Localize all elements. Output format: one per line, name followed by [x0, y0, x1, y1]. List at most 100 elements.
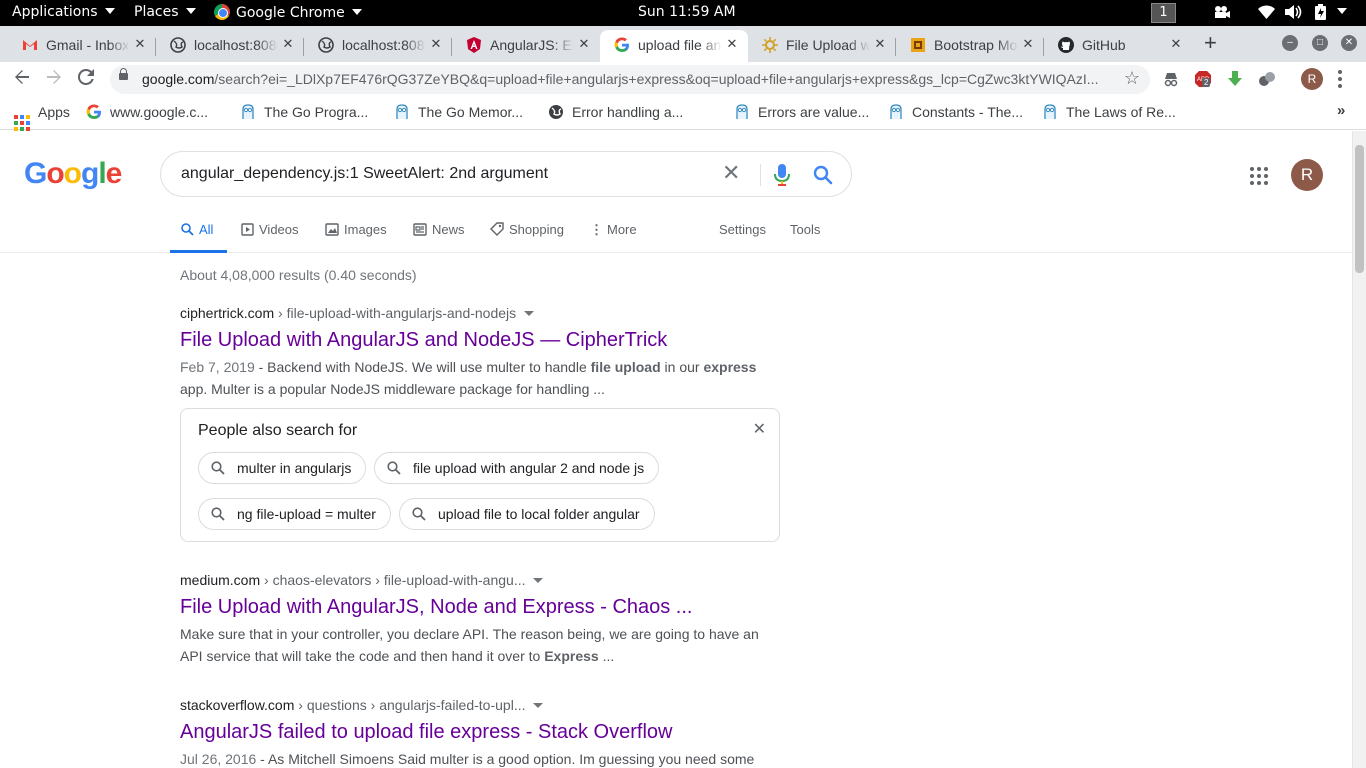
account-avatar[interactable]: R [1291, 159, 1323, 191]
search-box[interactable]: angular_dependency.js:1 SweetAlert: 2nd … [160, 151, 852, 197]
extension-puzzle-icon[interactable] [1258, 70, 1276, 88]
tab-gmail[interactable]: Gmail - Inbox ✕ [8, 30, 156, 62]
tab-title: localhost:8080 [194, 37, 278, 53]
chevron-down-icon[interactable] [524, 311, 535, 316]
app-menu[interactable]: Google Chrome [214, 4, 362, 21]
tab-file-upload[interactable]: File Upload with ✕ [748, 30, 896, 62]
chevron-down-icon [351, 9, 362, 15]
close-icon[interactable]: ✕ [1168, 36, 1184, 52]
bookmark-error-handling[interactable]: Error handling a... [548, 104, 683, 120]
active-tab-indicator [170, 250, 227, 253]
clear-search-icon[interactable]: ✕ [722, 160, 740, 186]
google-logo[interactable]: Google [24, 157, 122, 191]
battery-icon[interactable] [1314, 4, 1328, 24]
bookmark-go-programming[interactable]: The Go Progra... [240, 104, 368, 120]
address-bar[interactable]: google.com/search?ei=_LDlXp7EF476rQG37Ze… [110, 65, 1150, 94]
close-icon[interactable]: ✕ [872, 36, 888, 52]
tab-images[interactable]: Images [325, 222, 387, 237]
people-also-search-panel: People also search for ✕ multer in angul… [180, 408, 780, 542]
kebab-menu-icon[interactable] [1338, 70, 1344, 88]
page-scrollbar[interactable] [1352, 131, 1366, 768]
profile-avatar[interactable]: R [1301, 68, 1323, 90]
adblock-extension-icon[interactable]: ABP 2 [1194, 70, 1212, 88]
close-icon[interactable]: ✕ [280, 36, 296, 52]
google-apps-icon[interactable] [1250, 167, 1268, 185]
tab-title: File Upload with [786, 37, 870, 53]
tab-angularjs-error[interactable]: AngularJS: Error ✕ [452, 30, 600, 62]
related-search-chip[interactable]: ng file-upload = multer [198, 498, 391, 530]
back-button[interactable] [10, 67, 34, 91]
result-title-link[interactable]: File Upload with AngularJS and NodeJS — … [180, 329, 780, 352]
tab-github[interactable]: GitHub ✕ [1044, 30, 1192, 62]
workspace-indicator[interactable]: 1 [1151, 3, 1176, 23]
gmail-icon [23, 40, 37, 50]
close-icon[interactable]: ✕ [1020, 36, 1036, 52]
related-search-chip[interactable]: file upload with angular 2 and node js [374, 452, 660, 484]
bookmarks-overflow-icon[interactable]: » [1337, 102, 1345, 119]
download-extension-icon[interactable] [1226, 70, 1244, 88]
result-title-link[interactable]: File Upload with AngularJS, Node and Exp… [180, 596, 780, 619]
result-cite[interactable]: stackoverflow.com › questions › angularj… [180, 697, 780, 713]
tab-videos[interactable]: Videos [241, 222, 299, 237]
close-icon[interactable]: ✕ [132, 36, 148, 52]
places-menu[interactable]: Places [134, 4, 196, 20]
result-title-link[interactable]: AngularJS failed to upload file express … [180, 721, 780, 744]
search-box-divider [760, 164, 761, 186]
search-result: medium.com › chaos-elevators › file-uplo… [180, 572, 780, 667]
close-icon[interactable]: ✕ [753, 419, 766, 439]
minimize-button[interactable]: – [1282, 35, 1298, 51]
chevron-down-icon [104, 8, 115, 14]
scrollbar-thumb[interactable] [1355, 145, 1364, 273]
settings-link[interactable]: Settings [719, 222, 766, 237]
new-tab-button[interactable]: + [1204, 32, 1217, 54]
tab-more[interactable]: ⋮ More [590, 222, 637, 238]
search-input[interactable]: angular_dependency.js:1 SweetAlert: 2nd … [181, 165, 548, 183]
bookmark-constants[interactable]: Constants - The... [888, 104, 1023, 120]
maximize-button[interactable]: □ [1312, 35, 1328, 51]
bookmark-laws-of-reflection[interactable]: The Laws of Re... [1042, 104, 1176, 120]
volume-icon[interactable] [1285, 5, 1303, 23]
reload-button[interactable] [74, 67, 98, 91]
bookmark-go-memory[interactable]: The Go Memor... [394, 104, 523, 120]
tools-link[interactable]: Tools [790, 222, 820, 237]
close-window-button[interactable]: ✕ [1341, 35, 1357, 51]
tab-all[interactable]: All [181, 222, 213, 237]
tab-news[interactable]: News [413, 222, 465, 237]
search-icon[interactable] [813, 165, 833, 185]
microphone-icon[interactable] [774, 164, 790, 186]
close-icon[interactable]: ✕ [576, 36, 592, 52]
search-results-page: Google angular_dependency.js:1 SweetAler… [0, 131, 1366, 768]
snippet-highlight: Express [544, 648, 599, 664]
chevron-down-icon[interactable] [533, 578, 544, 583]
bookmark-apps[interactable]: Apps [14, 104, 70, 131]
tab-shopping[interactable]: Shopping [490, 222, 564, 237]
bookmark-errors-are-values[interactable]: Errors are value... [734, 104, 869, 120]
chip-label: ng file-upload = multer [237, 506, 376, 522]
chevron-down-icon[interactable] [533, 703, 544, 708]
result-path: › chaos-elevators › file-upload-with-ang… [260, 572, 526, 588]
result-cite[interactable]: medium.com › chaos-elevators › file-uplo… [180, 572, 780, 588]
tag-icon [490, 222, 504, 236]
tab-localhost-2[interactable]: localhost:8080 ✕ [304, 30, 452, 62]
related-search-chip[interactable]: multer in angularjs [198, 452, 367, 484]
result-snippet: Feb 7, 2019 - Backend with NodeJS. We wi… [180, 356, 780, 400]
clock[interactable]: Sun 11:59 AM [638, 4, 736, 20]
close-icon[interactable]: ✕ [724, 36, 740, 52]
bookmark-label: www.google.c... [110, 104, 209, 120]
related-search-chip[interactable]: upload file to local folder angular [399, 498, 655, 530]
wifi-icon[interactable] [1258, 5, 1275, 23]
close-icon[interactable]: ✕ [428, 36, 444, 52]
bookmark-google[interactable]: www.google.c... [86, 104, 208, 120]
tab-bootstrap-modal[interactable]: Bootstrap Modal ✕ [896, 30, 1044, 62]
incognito-extension-icon[interactable] [1162, 70, 1180, 88]
applications-menu[interactable]: Applications [12, 4, 115, 20]
tab-title: Gmail - Inbox [46, 37, 130, 53]
forward-button[interactable] [42, 67, 66, 91]
url-text[interactable]: google.com/search?ei=_LDlXp7EF476rQG37Ze… [142, 71, 1112, 87]
system-menu[interactable] [1330, 4, 1347, 20]
result-cite[interactable]: ciphertrick.com › file-upload-with-angul… [180, 305, 780, 321]
tab-google-search[interactable]: upload file angular ✕ [600, 30, 748, 62]
bookmark-star-icon[interactable]: ☆ [1124, 68, 1140, 89]
tab-localhost-1[interactable]: localhost:8080 ✕ [156, 30, 304, 62]
camera-icon[interactable] [1213, 5, 1231, 23]
